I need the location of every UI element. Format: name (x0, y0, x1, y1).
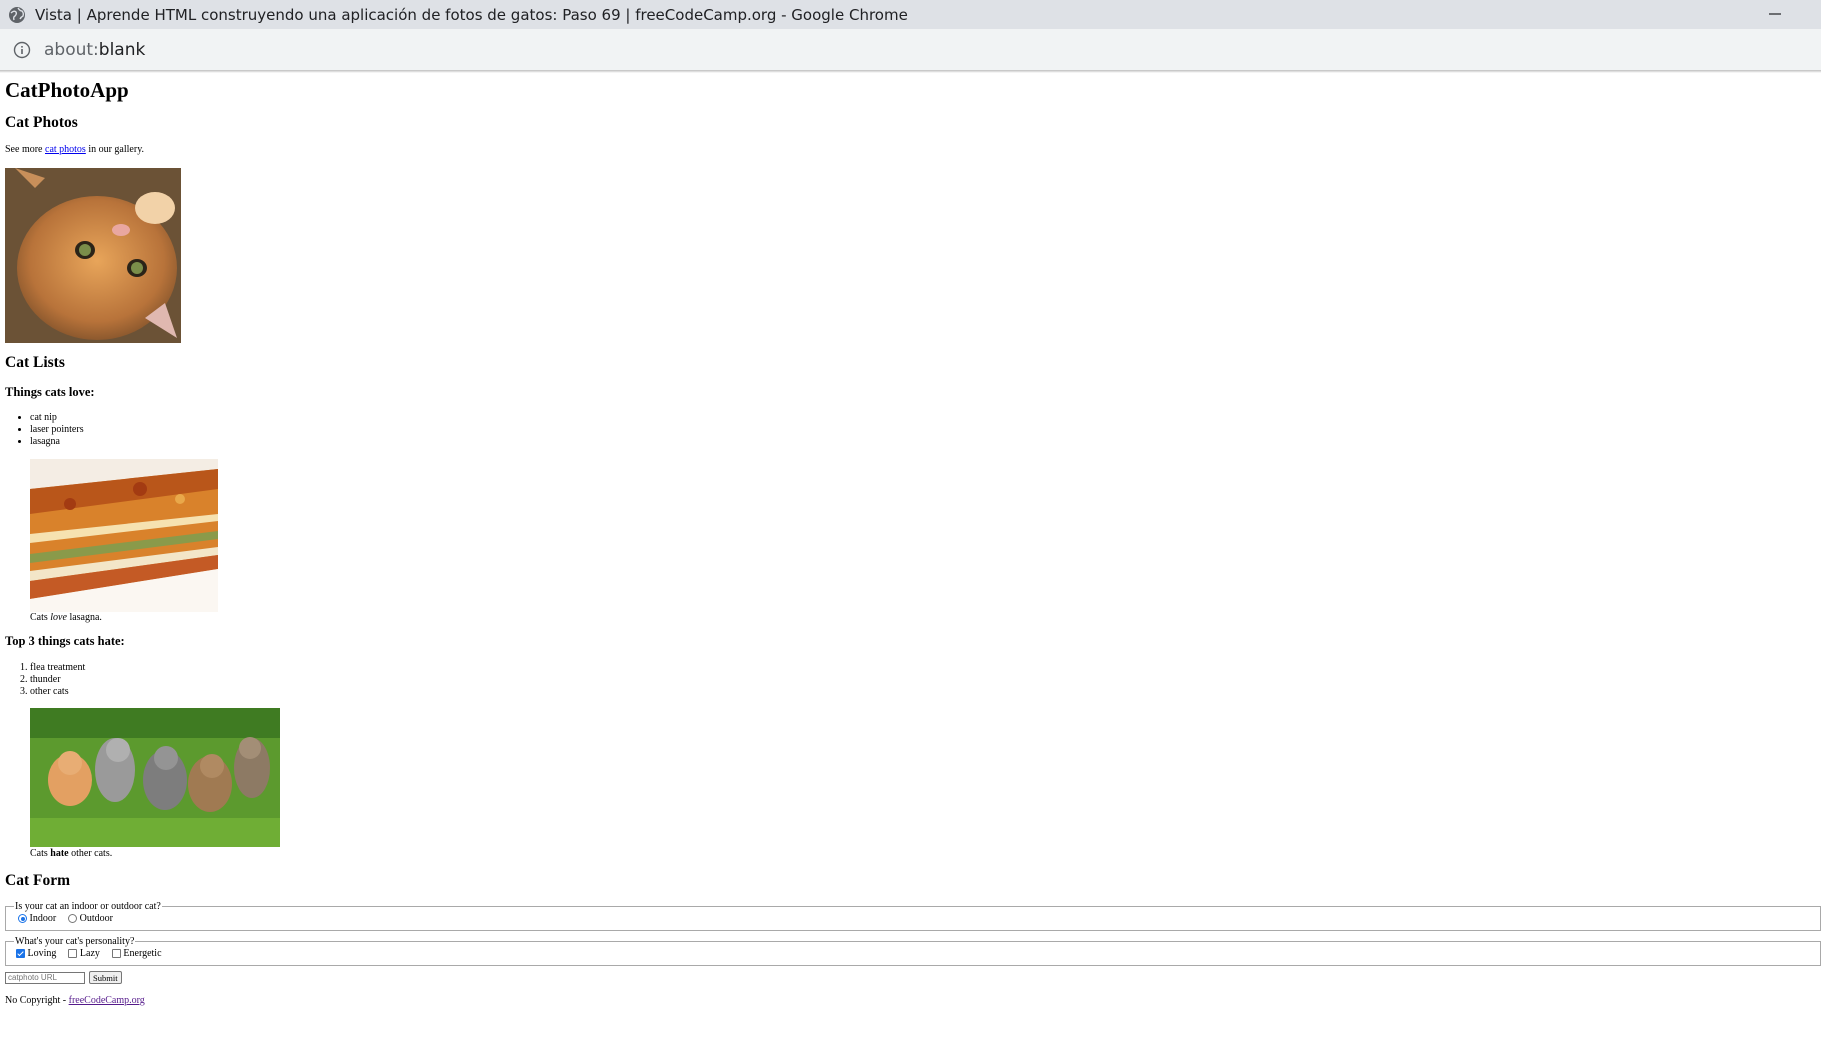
cat-lists-heading: Cat Lists (5, 354, 65, 371)
outdoor-label[interactable]: Outdoor (80, 913, 113, 924)
energetic-checkbox[interactable] (111, 949, 121, 958)
caption-text: other cats. (68, 848, 113, 859)
submit-button[interactable]: Submit (89, 971, 122, 984)
cats-caption: Cats hate other cats. (30, 848, 112, 859)
caption-text: Cats (30, 848, 51, 859)
list-item: thunder (30, 674, 85, 686)
page-content: CatPhotoApp Cat Photos See more cat phot… (0, 72, 1821, 1052)
gallery-text: See more cat photos in our gallery. (5, 144, 144, 155)
list-item: flea treatment (30, 662, 85, 674)
indoor-option[interactable]: Indoor (18, 913, 56, 924)
minimize-icon[interactable] (1767, 6, 1783, 22)
gallery-text-after: in our gallery. (85, 144, 145, 155)
lasagna-caption: Cats love lasagna. (30, 612, 102, 623)
address-bar[interactable]: about: blank (0, 29, 1821, 71)
list-item: other cats (30, 686, 85, 698)
page-title: CatPhotoApp (5, 78, 129, 102)
cat-photos-link[interactable]: cat photos (45, 144, 86, 155)
lazy-option[interactable]: Lazy (68, 948, 100, 959)
indoor-outdoor-fieldset: Is your cat an indoor or outdoor cat? In… (5, 901, 1821, 931)
love-list: cat nip laser pointers lasagna (30, 412, 84, 448)
hate-list: flea treatment thunder other cats (30, 662, 85, 698)
footer-text: No Copyright - (5, 995, 69, 1006)
list-item: lasagna (30, 436, 84, 448)
personality-fieldset: What's your cat's personality? Loving La… (5, 936, 1821, 966)
info-icon[interactable] (13, 41, 31, 59)
loving-option[interactable]: Loving (16, 948, 56, 959)
indoor-radio[interactable] (18, 914, 27, 923)
footer: No Copyright - freeCodeCamp.org (5, 995, 145, 1006)
window-titlebar: Vista | Aprende HTML construyendo una ap… (0, 0, 1821, 29)
things-cats-hate-heading: Top 3 things cats hate: (5, 634, 125, 648)
list-item: laser pointers (30, 424, 84, 436)
form-controls: Submit (5, 971, 122, 984)
outdoor-option[interactable]: Outdoor (68, 913, 113, 924)
caption-text: lasagna. (66, 612, 102, 623)
kitten-image[interactable] (5, 168, 181, 343)
energetic-label[interactable]: Energetic (123, 948, 161, 959)
url-scheme[interactable]: about: (44, 40, 99, 60)
caption-text: Cats (30, 612, 51, 623)
globe-icon (9, 6, 25, 23)
caption-emphasis: love (50, 612, 67, 623)
loving-checkbox[interactable] (16, 949, 25, 958)
cat-form-heading: Cat Form (5, 872, 70, 889)
loving-label[interactable]: Loving (28, 948, 57, 959)
things-cats-love-heading: Things cats love: (5, 385, 95, 399)
cats-image[interactable] (30, 708, 280, 847)
catphoto-url-input[interactable] (5, 971, 85, 984)
window-title: Vista | Aprende HTML construyendo una ap… (35, 5, 908, 24)
lasagna-image[interactable] (30, 459, 218, 612)
gallery-text-before: See more (5, 144, 45, 155)
url-rest[interactable]: blank (99, 40, 146, 60)
cat-photos-heading: Cat Photos (5, 114, 78, 131)
lazy-label[interactable]: Lazy (80, 948, 100, 959)
indoor-label[interactable]: Indoor (30, 913, 57, 924)
freecodecamp-link[interactable]: freeCodeCamp.org (69, 995, 145, 1006)
list-item: cat nip (30, 412, 84, 424)
outdoor-radio[interactable] (68, 914, 78, 923)
caption-strong: hate (50, 848, 69, 859)
energetic-option[interactable]: Energetic (111, 948, 162, 959)
lazy-checkbox[interactable] (68, 949, 78, 958)
